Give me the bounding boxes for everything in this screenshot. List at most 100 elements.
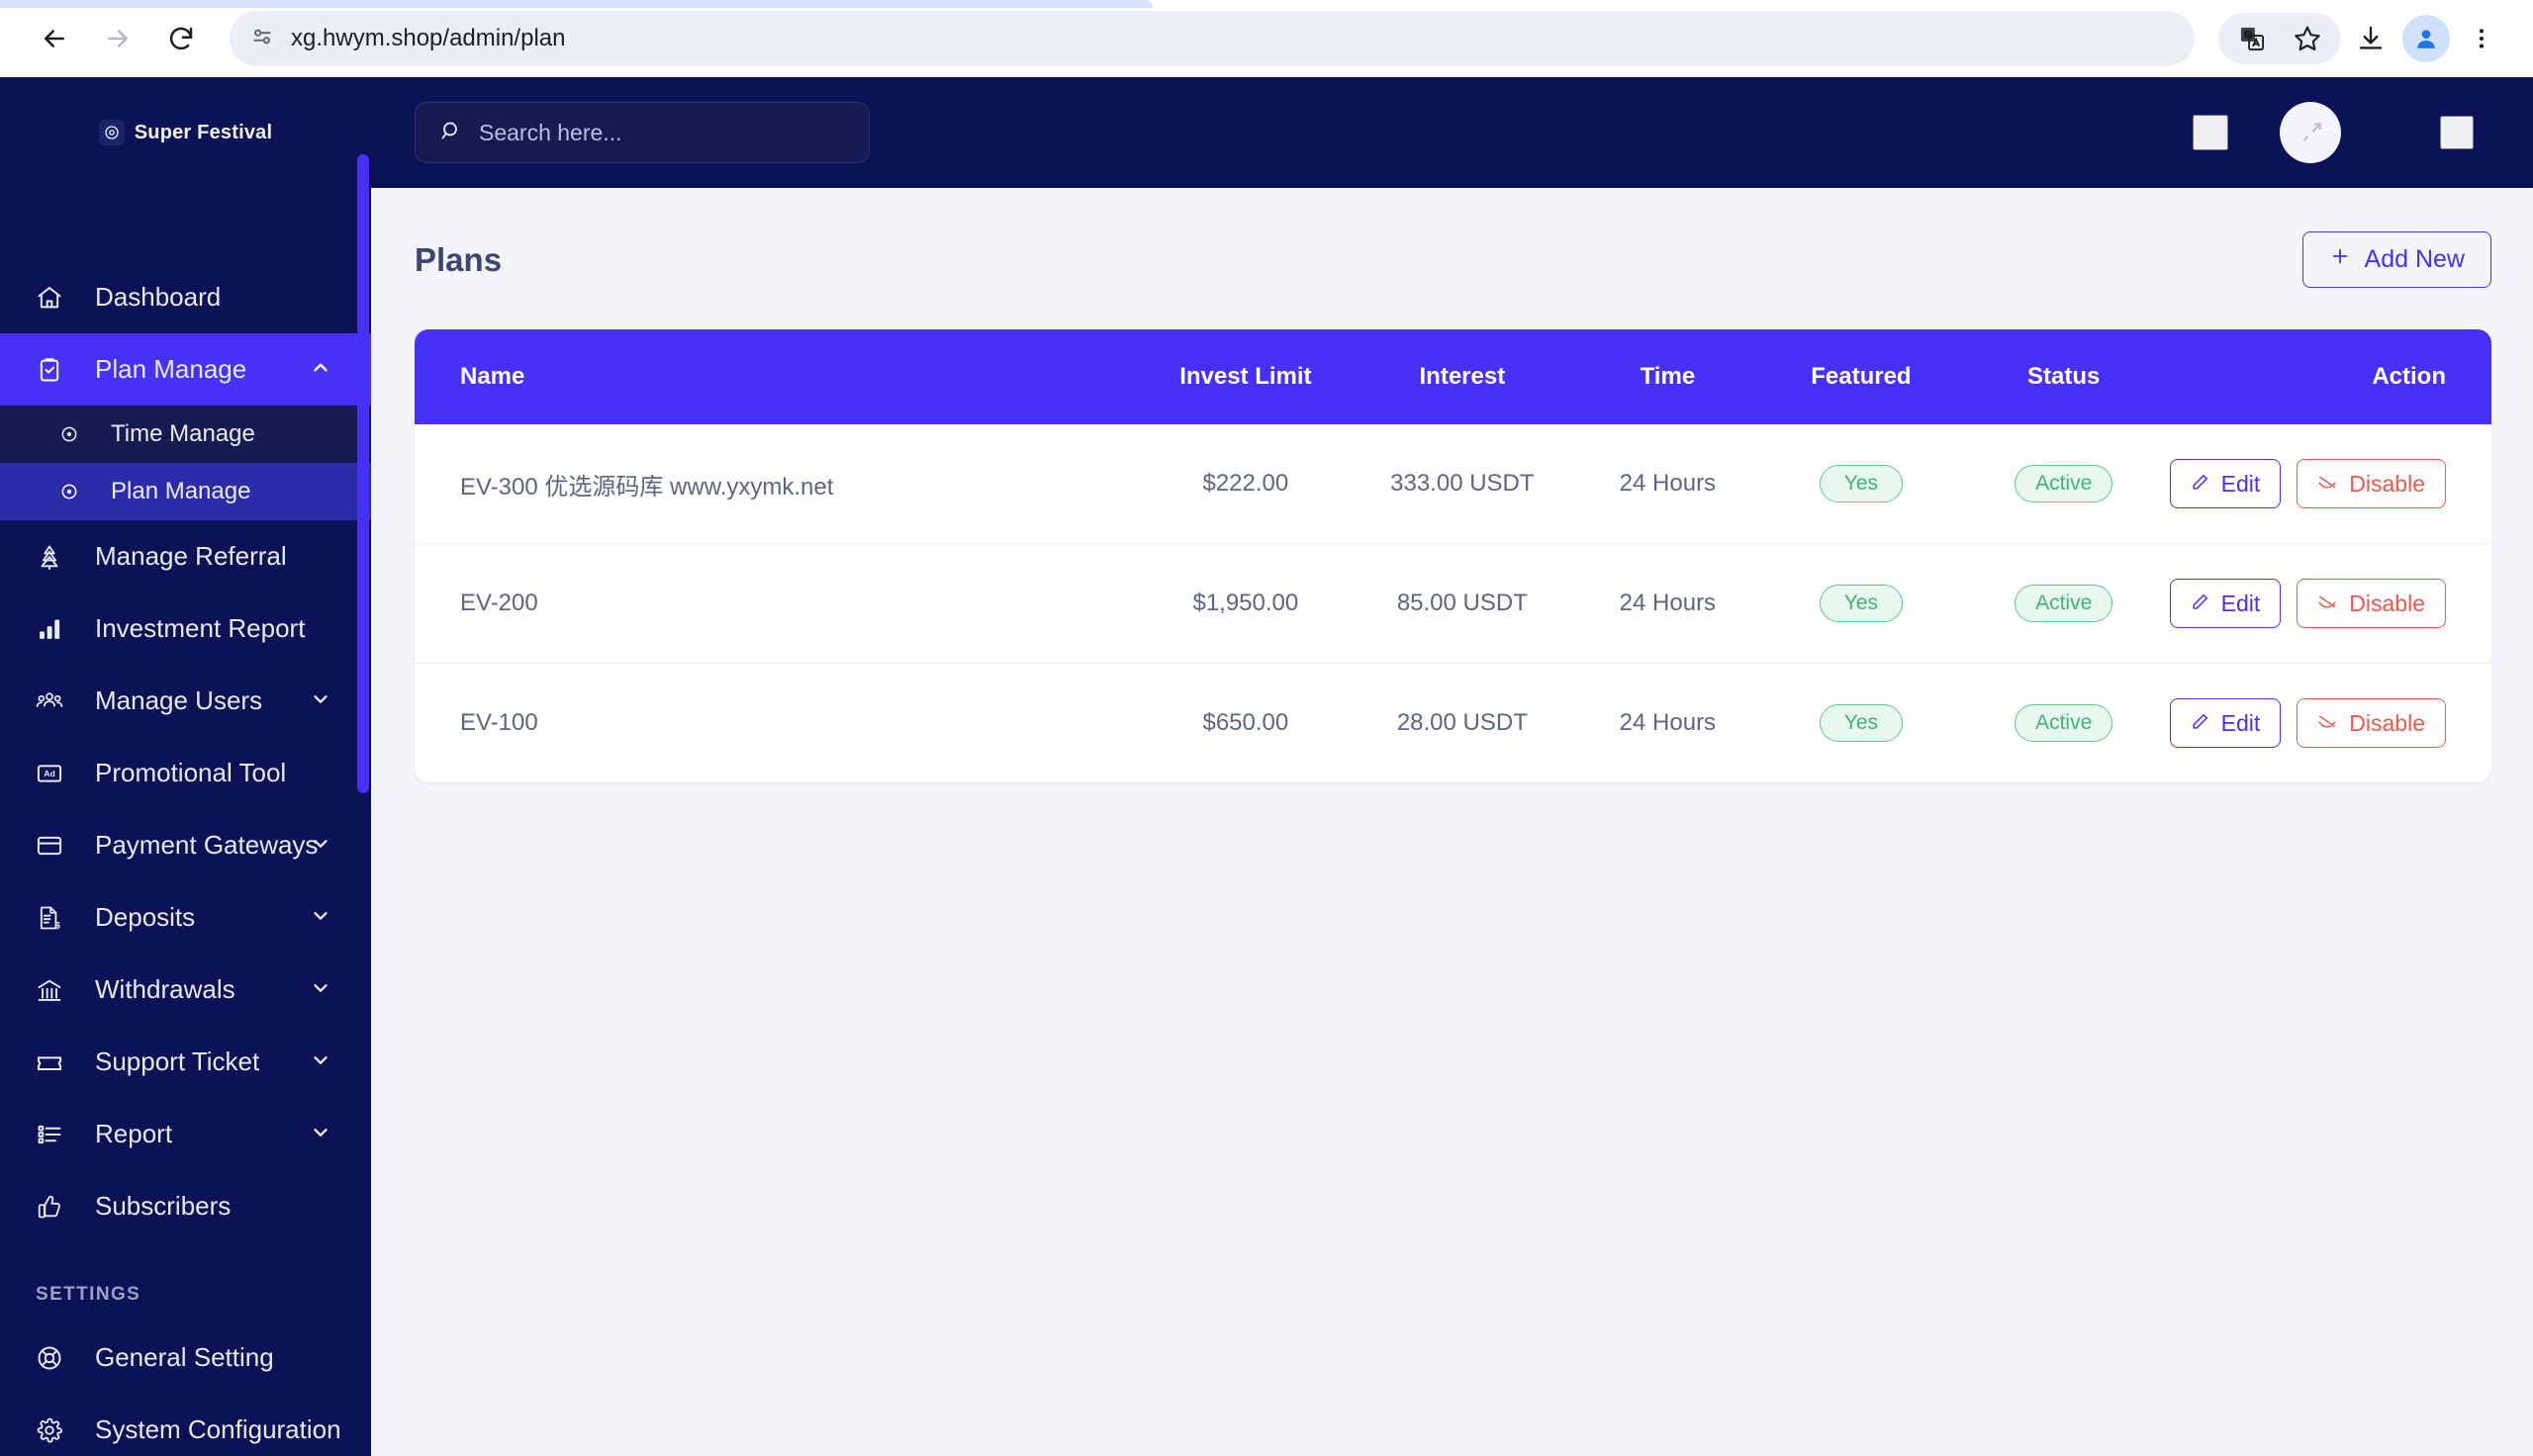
cell-action: Edit Disable: [2169, 424, 2491, 544]
bar-chart-icon: [36, 615, 75, 643]
search-input[interactable]: Search here...: [415, 102, 870, 163]
cell-featured: Yes: [1764, 664, 1958, 783]
featured-badge: Yes: [1819, 585, 1903, 622]
notification-bell-icon[interactable]: [2193, 115, 2228, 150]
app-header: Search here...: [371, 77, 2533, 188]
sidebar-item-label: Report: [95, 1119, 173, 1148]
sidebar-item-label: Subscribers: [95, 1191, 232, 1221]
sidebar-item-deposits[interactable]: $ Deposits: [0, 881, 371, 954]
sidebar-item-manage-users[interactable]: Manage Users: [0, 665, 371, 737]
edit-button[interactable]: Edit: [2169, 698, 2282, 748]
list-icon: [36, 1121, 75, 1148]
sidebar-item-report[interactable]: Report: [0, 1098, 371, 1170]
svg-text:Ad: Ad: [44, 769, 55, 778]
chevron-up-icon[interactable]: [310, 354, 331, 385]
chevron-down-icon[interactable]: [310, 1119, 331, 1149]
column-header-name: Name: [460, 363, 525, 390]
sidebar-item-support-ticket[interactable]: Support Ticket: [0, 1026, 371, 1098]
forward-button[interactable]: [89, 10, 146, 67]
column-header-interest: Interest: [1419, 363, 1506, 390]
pencil-icon: [2191, 710, 2209, 737]
cell-interest: 333.00 USDT: [1353, 424, 1571, 544]
person-icon: [2417, 30, 2435, 48]
plans-table-card: Name Invest Limit Interest Time Featured…: [415, 329, 2491, 782]
cell-interest: 85.00 USDT: [1353, 543, 1571, 664]
sidebar-subitem-plan-manage[interactable]: Plan Manage: [0, 463, 371, 520]
cell-invest-limit: $1,950.00: [1137, 543, 1354, 664]
bookmark-star-icon[interactable]: [2282, 13, 2333, 64]
bank-icon: [36, 976, 75, 1004]
disable-label: Disable: [2349, 470, 2425, 497]
radio-dot-icon: [59, 482, 93, 501]
chevron-down-icon[interactable]: [310, 1046, 331, 1077]
thumbs-up-icon: [36, 1193, 75, 1221]
cell-invest-limit: $222.00: [1137, 424, 1354, 544]
sidebar-item-label: Support Ticket: [95, 1046, 260, 1076]
chrome-menu-icon[interactable]: [2456, 13, 2507, 64]
gear-icon: [36, 1416, 75, 1444]
lifebuoy-icon: [36, 1344, 75, 1372]
arrow-right-icon: [108, 30, 128, 47]
profile-avatar[interactable]: [2400, 13, 2452, 64]
account-dropdown-icon[interactable]: [2440, 116, 2474, 149]
sidebar-logo[interactable]: Super Festival: [0, 77, 371, 188]
search-icon: [439, 119, 463, 147]
logo-text: Super Festival: [134, 121, 273, 143]
sidebar-item-promotional-tool[interactable]: Ad Promotional Tool: [0, 737, 371, 809]
sidebar-item-system-configuration[interactable]: System Configuration: [0, 1394, 371, 1456]
user-avatar[interactable]: [2280, 102, 2341, 163]
sidebar-item-payment-gateways[interactable]: Payment Gateways: [0, 809, 371, 881]
translate-icon[interactable]: G: [2226, 13, 2278, 64]
home-icon: [36, 284, 75, 312]
sidebar-item-subscribers[interactable]: Subscribers: [0, 1170, 371, 1242]
sidebar-item-label: Payment Gateways: [95, 830, 319, 860]
chevron-down-icon[interactable]: [310, 685, 331, 716]
tab-strip: [0, 0, 1153, 8]
omnibox-icon-group: G: [2218, 13, 2341, 64]
back-button[interactable]: [26, 10, 83, 67]
column-header-time: Time: [1640, 363, 1696, 390]
site-info-icon[interactable]: [249, 24, 275, 54]
sidebar-subitem-time-manage[interactable]: Time Manage: [0, 406, 371, 463]
address-bar[interactable]: xg.hwym.shop/admin/plan: [230, 11, 2195, 66]
chevron-down-icon[interactable]: [310, 902, 331, 933]
sidebar-item-label: Deposits: [95, 902, 196, 932]
page-title: Plans: [415, 240, 503, 278]
document-dollar-icon: $: [36, 904, 75, 932]
header-actions: [2193, 102, 2474, 163]
sidebar-item-investment-report[interactable]: Investment Report: [0, 592, 371, 665]
chevron-down-icon[interactable]: [310, 974, 331, 1005]
action-buttons: Edit Disable: [2169, 698, 2446, 748]
clipboard-check-icon: [36, 356, 75, 384]
disable-button[interactable]: Disable: [2297, 579, 2446, 628]
sidebar-item-general-setting[interactable]: General Setting: [0, 1321, 371, 1394]
users-icon: [36, 687, 75, 715]
edit-button[interactable]: Edit: [2169, 459, 2282, 508]
sidebar-item-label: System Configuration: [95, 1414, 341, 1444]
reload-button[interactable]: [152, 10, 210, 67]
cell-action: Edit Disable: [2169, 664, 2491, 783]
browser-actions: G: [2218, 13, 2507, 64]
chevron-down-icon[interactable]: [310, 830, 331, 861]
radio-dot-icon: [59, 424, 93, 444]
sidebar-item-manage-referral[interactable]: Manage Referral: [0, 520, 371, 592]
edit-button[interactable]: Edit: [2169, 579, 2282, 628]
downloads-icon[interactable]: [2345, 13, 2396, 64]
sidebar-item-dashboard[interactable]: Dashboard: [0, 261, 371, 333]
pencil-icon: [2191, 471, 2209, 498]
chevron-down-circle-icon: [2444, 120, 2470, 145]
tree-icon: [36, 543, 75, 571]
sidebar-scrollbar[interactable]: [357, 154, 369, 793]
sidebar-subitem-label: Time Manage: [111, 420, 255, 447]
disable-button[interactable]: Disable: [2297, 459, 2446, 508]
browser-toolbar: xg.hwym.shop/admin/plan G: [0, 0, 2533, 77]
sidebar-item-plan-manage[interactable]: Plan Manage: [0, 333, 371, 406]
cell-time: 24 Hours: [1570, 424, 1765, 544]
sidebar-item-withdrawals[interactable]: Withdrawals: [0, 954, 371, 1026]
cell-interest: 28.00 USDT: [1396, 709, 1528, 736]
action-buttons: Edit Disable: [2169, 459, 2446, 508]
add-new-button[interactable]: Add New: [2301, 231, 2491, 288]
disable-button[interactable]: Disable: [2297, 698, 2446, 748]
cell-invest-limit: $650.00: [1202, 709, 1289, 736]
action-buttons: Edit Disable: [2169, 579, 2446, 628]
